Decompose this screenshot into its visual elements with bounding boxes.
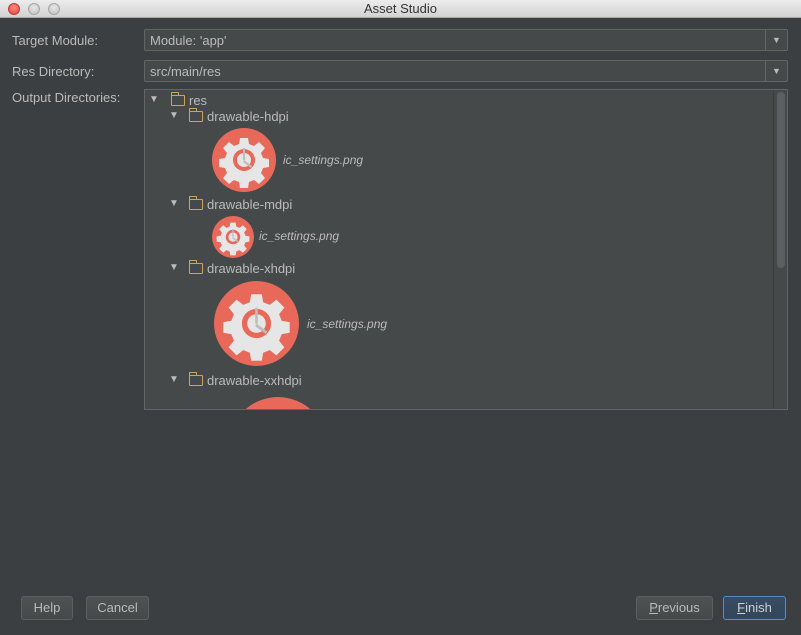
tree-node-drawable-hdpi[interactable]: ▼ drawable-hdpi xyxy=(169,108,369,125)
tree-node-drawable-mdpi[interactable]: ▼ drawable-mdpi xyxy=(169,196,369,213)
chevron-down-icon[interactable]: ▼ xyxy=(765,61,787,81)
output-directories-label: Output Directories: xyxy=(12,90,121,105)
triangle-down-icon[interactable]: ▼ xyxy=(169,198,179,209)
folder-icon xyxy=(188,372,203,386)
tree-node-drawable-xhdpi[interactable]: ▼ drawable-xhdpi xyxy=(169,260,369,277)
window-title: Asset Studio xyxy=(364,1,437,16)
previous-label-rest: revious xyxy=(657,600,700,615)
triangle-down-icon[interactable]: ▼ xyxy=(169,110,179,121)
scrollbar-thumb[interactable] xyxy=(777,92,785,268)
triangle-down-icon[interactable]: ▼ xyxy=(149,94,159,105)
res-directory-select[interactable]: src/main/res ▼ xyxy=(144,60,788,82)
folder-icon xyxy=(188,108,203,122)
window-titlebar: Asset Studio xyxy=(0,0,801,18)
settings-gear-icon xyxy=(214,281,299,366)
triangle-down-icon[interactable]: ▼ xyxy=(169,262,179,273)
tree-node-label: drawable-xxhdpi xyxy=(207,373,302,388)
settings-gear-icon xyxy=(212,216,254,258)
settings-gear-icon xyxy=(212,128,276,192)
res-directory-value: src/main/res xyxy=(150,64,221,79)
file-name: ic_settings.png xyxy=(283,153,364,167)
tree-node-label: drawable-hdpi xyxy=(207,109,289,124)
previous-button[interactable]: Previous xyxy=(636,596,713,620)
tree-node-label: drawable-xhdpi xyxy=(207,261,296,276)
finish-mnemonic: F xyxy=(737,600,746,615)
file-name: ic_settings.png xyxy=(259,229,340,243)
cancel-button[interactable]: Cancel xyxy=(86,596,149,620)
folder-icon xyxy=(188,196,203,210)
folder-icon xyxy=(170,92,185,106)
help-button[interactable]: Help xyxy=(21,596,73,620)
res-directory-label: Res Directory: xyxy=(12,64,95,79)
chevron-down-icon[interactable]: ▼ xyxy=(765,30,787,50)
target-module-select[interactable]: Module: 'app' ▼ xyxy=(144,29,788,51)
target-module-value: Module: 'app' xyxy=(150,33,227,48)
finish-button[interactable]: Finish xyxy=(723,596,786,620)
triangle-down-icon[interactable]: ▼ xyxy=(169,374,179,385)
scrollbar[interactable] xyxy=(773,90,787,409)
settings-gear-icon xyxy=(229,397,327,409)
finish-label-rest: inish xyxy=(745,600,772,615)
tree-node-label: drawable-mdpi xyxy=(207,197,293,212)
output-directories-tree[interactable]: ▼ res ▼ drawable-hdpi ic_settings.png ▼ … xyxy=(144,89,788,410)
tree-node-label: res xyxy=(189,93,208,108)
folder-icon xyxy=(188,260,203,274)
previous-mnemonic: P xyxy=(649,600,658,615)
target-module-label: Target Module: xyxy=(12,33,98,48)
file-name: ic_settings.png xyxy=(307,317,388,331)
tree-node-res[interactable]: ▼ res xyxy=(149,92,269,109)
tree-node-drawable-xxhdpi[interactable]: ▼ drawable-xxhdpi xyxy=(169,372,369,389)
